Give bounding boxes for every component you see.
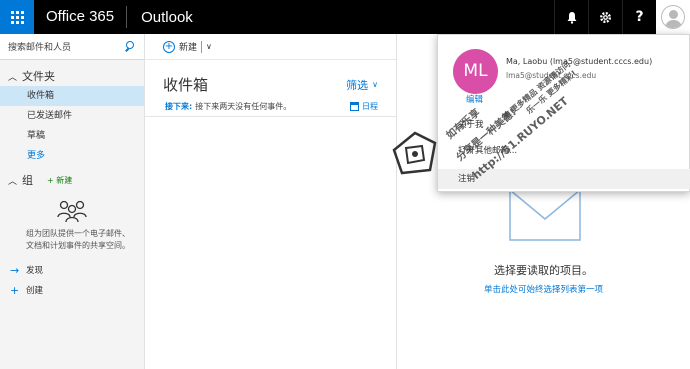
create-label: 创建: [26, 286, 44, 296]
waffle-icon[interactable]: [0, 0, 34, 34]
message-list: + 新建 ∨ 收件箱 筛选 ∨ 接下来: 接下来两天没有任何事件。 日程: [145, 34, 397, 369]
chevron-down-icon[interactable]: ∨: [206, 42, 212, 51]
divider: [145, 116, 397, 117]
gear-icon[interactable]: [588, 0, 622, 34]
search-box[interactable]: 搜索邮件和人员: [0, 34, 144, 60]
upcoming-events: 接下来: 接下来两天没有任何事件。 日程: [145, 95, 396, 112]
groups-icon: [57, 200, 87, 223]
folders-title: 文件夹: [22, 70, 55, 83]
about-me-item[interactable]: 关于我: [438, 115, 690, 135]
avatar: ML: [453, 49, 498, 94]
search-icon[interactable]: [124, 40, 136, 53]
edit-link[interactable]: 编辑: [466, 93, 483, 105]
groups-header[interactable]: ︿ 组 + 新建: [0, 170, 144, 190]
new-group-label: 新建: [56, 175, 73, 185]
upcoming-label: 接下来:: [165, 102, 193, 111]
app-name[interactable]: Outlook: [127, 9, 207, 26]
plus-icon: +: [10, 283, 20, 297]
discover-link[interactable]: → 发现: [0, 262, 144, 278]
help-icon[interactable]: ?: [622, 0, 656, 34]
agenda-link[interactable]: 日程: [362, 101, 378, 112]
chevron-up-icon[interactable]: ︿: [8, 174, 22, 187]
new-button[interactable]: 新建: [179, 40, 197, 53]
account-popup: ML Ma, Laobu (lma5@student.cccs.edu) lma…: [437, 34, 690, 192]
list-header: 收件箱 筛选 ∨: [145, 60, 396, 95]
folders-more-link[interactable]: 更多: [0, 146, 144, 166]
page-title: 收件箱: [163, 76, 209, 94]
open-other-mailbox-item[interactable]: 打开其他邮箱...: [438, 141, 690, 161]
account-name: Ma, Laobu (lma5@student.cccs.edu): [506, 57, 653, 66]
folders-header[interactable]: ︿ 文件夹: [0, 66, 144, 86]
reading-pane-link[interactable]: 单击此处可始终选择列表第一项: [397, 283, 690, 295]
chevron-up-icon[interactable]: ︿: [8, 70, 22, 83]
folder-inbox[interactable]: 收件箱: [0, 86, 144, 106]
avatar[interactable]: [656, 0, 690, 34]
filter-button[interactable]: 筛选: [346, 77, 368, 93]
bell-icon[interactable]: [554, 0, 588, 34]
left-nav: 搜索邮件和人员 ︿ 文件夹 收件箱 已发送邮件 草稿 更多 ︿ 组 + 新建 组…: [0, 34, 145, 369]
new-group-button[interactable]: + 新建: [47, 175, 72, 186]
groups-description: 组为团队提供一个电子邮件、文档和计划事件的共享空间。: [26, 229, 130, 250]
toolbar: + 新建 ∨: [145, 34, 396, 60]
top-bar: Office 365 Outlook ?: [0, 0, 690, 34]
brand-name[interactable]: Office 365: [34, 0, 126, 34]
groups-title: 组: [22, 174, 33, 187]
reading-pane-message: 选择要读取的项目。: [494, 264, 593, 277]
discover-label: 发现: [26, 266, 44, 276]
search-input[interactable]: 搜索邮件和人员: [8, 40, 124, 53]
divider: [201, 40, 203, 53]
top-right-icons: ?: [554, 0, 690, 34]
calendar-icon[interactable]: [350, 102, 359, 111]
sign-out-item[interactable]: 注销: [438, 169, 690, 189]
arrow-right-icon: →: [10, 263, 20, 277]
folder-sent[interactable]: 已发送邮件: [0, 106, 144, 126]
plus-icon[interactable]: +: [163, 40, 175, 53]
upcoming-text: 接下来两天没有任何事件。: [195, 102, 292, 111]
chevron-down-icon[interactable]: ∨: [372, 80, 378, 89]
envelope-icon: [509, 189, 581, 241]
folder-drafts[interactable]: 草稿: [0, 126, 144, 146]
account-email: lma5@student.cccs.edu: [506, 71, 597, 80]
create-link[interactable]: + 创建: [0, 282, 144, 298]
